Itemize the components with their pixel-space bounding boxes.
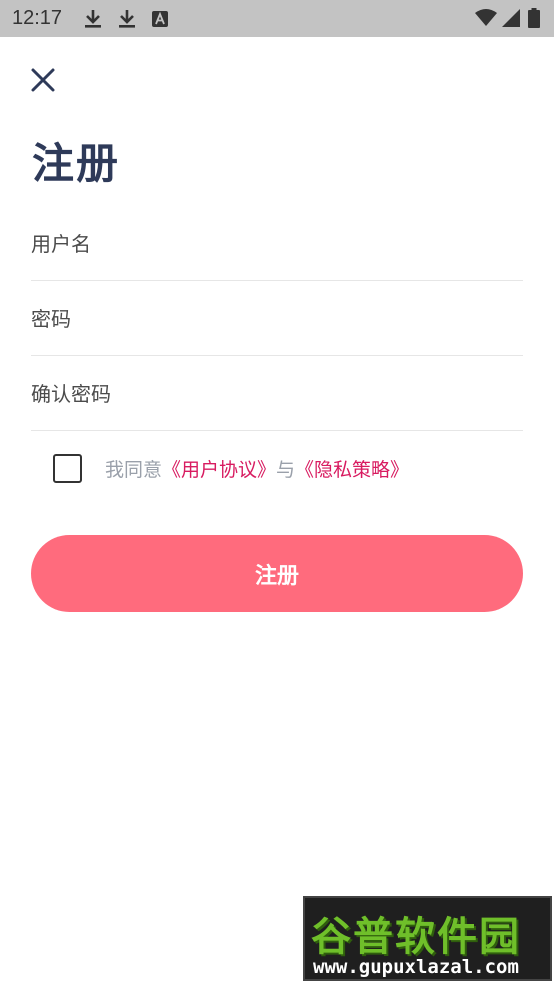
watermark: 谷普软件园 www.gupuxlazal.com xyxy=(303,896,552,981)
confirm-password-field-container xyxy=(31,357,523,431)
username-input[interactable] xyxy=(31,228,523,260)
agree-checkbox[interactable] xyxy=(53,453,82,483)
agreement-row: 我同意《用户协议》与《隐私策略》 xyxy=(53,452,409,484)
confirm-password-input[interactable] xyxy=(31,378,523,410)
register-button[interactable]: 注册 xyxy=(31,535,523,612)
agree-prefix: 我同意 xyxy=(105,458,163,481)
wifi-icon xyxy=(475,9,497,26)
download-icon xyxy=(119,10,135,28)
privacy-policy-link[interactable]: 《隐私策略》 xyxy=(295,459,409,481)
signal-icon xyxy=(502,9,520,27)
username-field-container xyxy=(31,207,523,281)
battery-icon xyxy=(528,8,540,28)
download-icon xyxy=(85,10,101,28)
password-input[interactable] xyxy=(31,303,523,335)
agreement-text: 我同意《用户协议》与《隐私策略》 xyxy=(105,455,409,482)
agree-and: 与 xyxy=(276,458,296,481)
user-agreement-link[interactable]: 《用户协议》 xyxy=(162,459,276,481)
status-bar: 12:17 xyxy=(0,0,554,37)
status-time: 12:17 xyxy=(12,7,63,29)
watermark-logo-text: 谷普软件园 xyxy=(311,914,521,960)
watermark-url: www.gupuxlazal.com xyxy=(313,956,519,978)
close-button[interactable] xyxy=(28,65,58,95)
page-title: 注册 xyxy=(32,139,121,188)
password-field-container xyxy=(31,282,523,356)
text-a-icon xyxy=(152,11,168,27)
close-icon xyxy=(31,68,55,92)
